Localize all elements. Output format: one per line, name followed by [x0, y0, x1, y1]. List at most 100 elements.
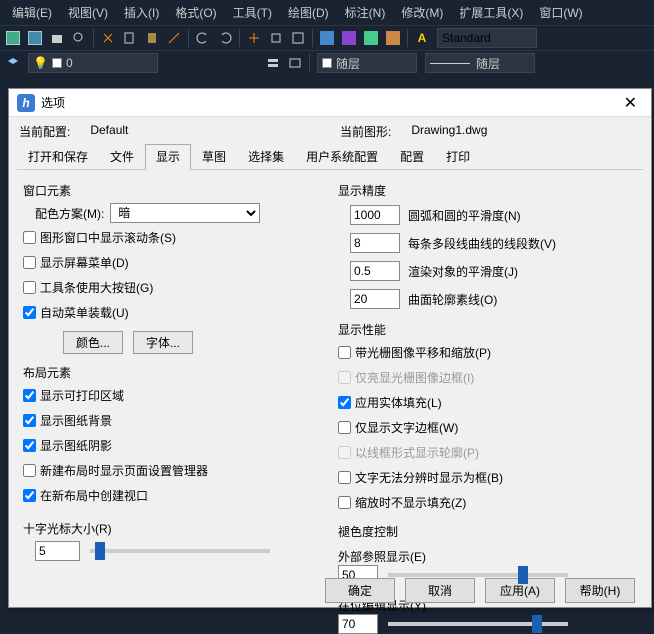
layerstate-icon[interactable] [264, 54, 282, 72]
pan-icon[interactable] [245, 29, 263, 47]
xref-label: 外部参照显示(E) [338, 548, 637, 565]
colors-button[interactable]: 颜色... [63, 331, 123, 354]
cancel-button[interactable]: 取消 [405, 578, 475, 603]
chk-screenmenu-label: 显示屏幕菜单(D) [40, 254, 129, 271]
textstyle-combo[interactable]: Standard [437, 28, 537, 48]
tab-drafting[interactable]: 草图 [191, 144, 237, 169]
ok-button[interactable]: 确定 [325, 578, 395, 603]
menu-tools[interactable]: 工具(T) [225, 2, 280, 23]
tab-plot[interactable]: 打印 [435, 144, 481, 169]
right-column: 显示精度 圆弧和圆的平滑度(N) 每条多段线曲线的线段数(V) 渲染对象的平滑度… [338, 180, 637, 560]
menu-insert[interactable]: 插入(I) [116, 2, 167, 23]
layer-combo[interactable]: 💡 0 [28, 53, 158, 73]
arcsmooth-input[interactable] [350, 205, 400, 225]
inplace-slider[interactable] [388, 622, 568, 626]
undo-icon[interactable] [194, 29, 212, 47]
toolpal-icon[interactable] [362, 29, 380, 47]
xref-slider[interactable] [388, 573, 568, 577]
chk-printable-label: 显示可打印区域 [40, 387, 124, 404]
close-button[interactable]: ✕ [618, 93, 643, 113]
profile-row: 当前配置: Default 当前图形: Drawing1.dwg [9, 117, 651, 142]
menu-window[interactable]: 窗口(W) [531, 2, 590, 23]
dialog-body: 窗口元素 配色方案(M): 暗 图形窗口中显示滚动条(S) 显示屏幕菜单(D) … [9, 170, 651, 570]
chk-panraster[interactable] [338, 346, 351, 359]
crosshair-slider[interactable] [90, 549, 270, 553]
match-icon[interactable] [165, 29, 183, 47]
separator [93, 29, 94, 47]
chk-textnores-label: 文字无法分辨时显示为框(B) [355, 469, 503, 486]
dialog-title: 选项 [41, 94, 65, 111]
separator [239, 29, 240, 47]
tab-userpref[interactable]: 用户系统配置 [295, 144, 389, 169]
segments-input[interactable] [350, 233, 400, 253]
menu-dim[interactable]: 标注(N) [337, 2, 394, 23]
copy-icon[interactable] [121, 29, 139, 47]
chk-zoomnofill-label: 缩放时不显示填充(Z) [355, 494, 466, 511]
contour-input[interactable] [350, 289, 400, 309]
fonts-button[interactable]: 字体... [133, 331, 193, 354]
chk-textnores[interactable] [338, 471, 351, 484]
tab-display[interactable]: 显示 [145, 144, 191, 170]
options-dialog: h 选项 ✕ 当前配置: Default 当前图形: Drawing1.dwg … [8, 88, 652, 608]
chk-screenmenu[interactable] [23, 256, 36, 269]
tab-selection[interactable]: 选择集 [237, 144, 295, 169]
menu-modify[interactable]: 修改(M) [393, 2, 451, 23]
layer-icon[interactable] [4, 54, 22, 72]
zoom-ext-icon[interactable] [289, 29, 307, 47]
calc-icon[interactable] [384, 29, 402, 47]
print-icon[interactable] [48, 29, 66, 47]
inplace-input[interactable] [338, 614, 378, 634]
textstyle-icon[interactable]: A [413, 29, 431, 47]
chk-textboundary-label: 仅显示文字边框(W) [355, 419, 458, 436]
menu-view[interactable]: 视图(V) [60, 2, 116, 23]
current-drawing-label: 当前图形: [340, 123, 391, 140]
save-icon[interactable] [4, 29, 22, 47]
tab-files[interactable]: 文件 [99, 144, 145, 169]
chk-scrollbars[interactable] [23, 231, 36, 244]
menu-draw[interactable]: 绘图(D) [280, 2, 337, 23]
chk-panraster-label: 带光栅图像平移和缩放(P) [355, 344, 491, 361]
help-button[interactable]: 帮助(H) [565, 578, 635, 603]
tab-row: 打开和保存 文件 显示 草图 选择集 用户系统配置 配置 打印 [17, 144, 643, 170]
current-profile-value: Default [90, 123, 128, 140]
chk-papershadow[interactable] [23, 439, 36, 452]
chk-autoload[interactable] [23, 306, 36, 319]
menu-ext[interactable]: 扩展工具(X) [451, 2, 531, 23]
tab-opensave[interactable]: 打开和保存 [17, 144, 99, 169]
bulb-icon: 💡 [33, 56, 48, 70]
chk-paperbg[interactable] [23, 414, 36, 427]
menu-format[interactable]: 格式(O) [167, 2, 224, 23]
chk-wireframe-label: 以线框形式显示轮廓(P) [355, 444, 479, 461]
chk-textboundary[interactable] [338, 421, 351, 434]
chk-solidfill[interactable] [338, 396, 351, 409]
rendersmooth-input[interactable] [350, 261, 400, 281]
designcenter-icon[interactable] [340, 29, 358, 47]
chk-scrollbars-label: 图形窗口中显示滚动条(S) [40, 229, 176, 246]
menu-edit[interactable]: 编辑(E) [4, 2, 60, 23]
chk-createviewport[interactable] [23, 489, 36, 502]
colorscheme-select[interactable]: 暗 [110, 203, 260, 223]
redo-icon[interactable] [216, 29, 234, 47]
tab-profiles[interactable]: 配置 [389, 144, 435, 169]
linetype-combo[interactable]: 随层 [317, 53, 417, 73]
chk-bigbuttons-label: 工具条使用大按钮(G) [40, 279, 153, 296]
chk-pagesetup[interactable] [23, 464, 36, 477]
chk-highlightraster-label: 仅亮显光栅图像边框(I) [355, 369, 474, 386]
lineweight-combo[interactable]: 随层 [425, 53, 535, 73]
zoom-icon[interactable] [267, 29, 285, 47]
saveall-icon[interactable] [26, 29, 44, 47]
layeriso-icon[interactable] [286, 54, 304, 72]
properties-icon[interactable] [318, 29, 336, 47]
contour-label: 曲面轮廓素线(O) [408, 291, 497, 308]
chk-createviewport-label: 在新布局中创建视口 [40, 487, 148, 504]
crosshair-input[interactable] [35, 541, 80, 561]
chk-bigbuttons[interactable] [23, 281, 36, 294]
group-performance: 显示性能 [338, 321, 637, 338]
cut-icon[interactable] [99, 29, 117, 47]
preview-icon[interactable] [70, 29, 88, 47]
chk-printable[interactable] [23, 389, 36, 402]
crosshair-label: 十字光标大小(R) [23, 520, 322, 537]
chk-zoomnofill[interactable] [338, 496, 351, 509]
paste-icon[interactable] [143, 29, 161, 47]
group-window-elements: 窗口元素 [23, 182, 322, 199]
